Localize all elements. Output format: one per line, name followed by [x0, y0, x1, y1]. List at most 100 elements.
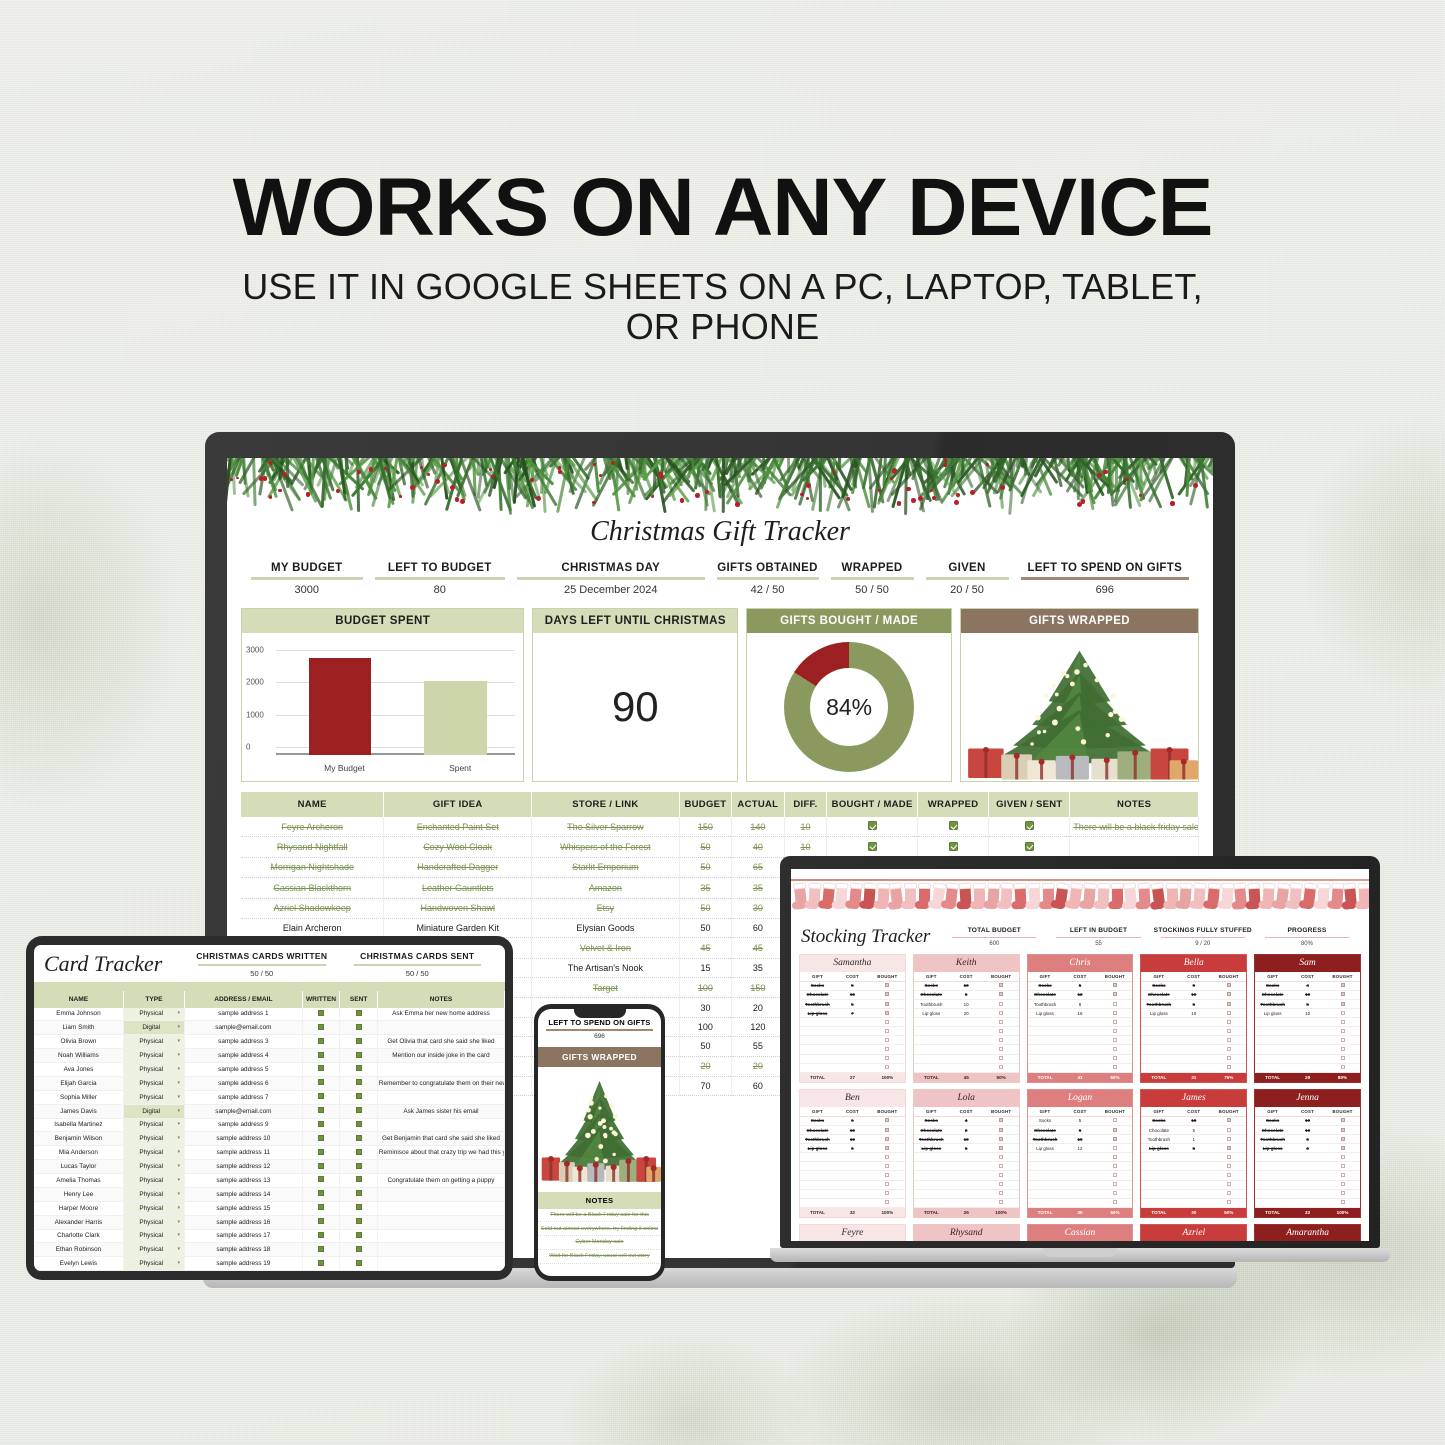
stocking-bought-checkbox[interactable] — [1227, 1173, 1231, 1177]
card-written-checkbox[interactable] — [302, 1229, 340, 1243]
gift-idea-cell[interactable]: Leather Gauntlets — [384, 878, 532, 898]
stocking-bought-checkbox[interactable] — [1227, 1191, 1231, 1195]
stocking-gift-cell[interactable] — [1255, 1036, 1290, 1045]
checkbox-checked-icon[interactable] — [318, 1149, 324, 1155]
stocking-gift-cell[interactable] — [1255, 1063, 1290, 1072]
stocking-bought-checkbox[interactable] — [1113, 1011, 1117, 1015]
stocking-bought-cell[interactable] — [1211, 1125, 1246, 1134]
card-name-cell[interactable]: Harper Moore — [34, 1201, 123, 1215]
stocking-bought-cell[interactable] — [1097, 1018, 1132, 1027]
stocking-bought-checkbox[interactable] — [885, 1011, 889, 1015]
stocking-bought-cell[interactable] — [1325, 1198, 1360, 1207]
gift-budget-cell[interactable]: 100 — [679, 978, 731, 998]
stocking-gift-cell[interactable]: Lip gloss — [1141, 1009, 1176, 1018]
stocking-cost-cell[interactable] — [1290, 1180, 1325, 1189]
card-name-cell[interactable]: Sophia Miller — [34, 1090, 123, 1104]
gift-budget-cell[interactable]: 70 — [679, 1076, 731, 1095]
stocking-gift-cell[interactable] — [914, 1198, 949, 1207]
stocking-cost-cell[interactable]: 2 — [949, 1125, 984, 1134]
stocking-cost-cell[interactable] — [949, 1171, 984, 1180]
card-type-dropdown[interactable]: Physical ▾ — [123, 1257, 184, 1271]
stocking-gift-cell[interactable] — [800, 1171, 835, 1180]
stocking-cost-cell[interactable] — [1176, 1153, 1211, 1162]
card-name-cell[interactable]: Elijah Garcia — [34, 1076, 123, 1090]
stocking-gift-cell[interactable] — [914, 1153, 949, 1162]
stocking-item-row[interactable] — [1028, 1045, 1133, 1054]
card-name-cell[interactable]: Olivia Brown — [34, 1035, 123, 1049]
checkbox-checked-icon[interactable] — [356, 1176, 362, 1182]
stocking-bought-checkbox[interactable] — [885, 1182, 889, 1186]
stocking-bought-checkbox[interactable] — [1113, 1065, 1117, 1069]
checkbox-checked-icon[interactable] — [318, 1176, 324, 1182]
stocking-cost-cell[interactable] — [1176, 1045, 1211, 1054]
card-address-cell[interactable]: sample address 4 — [185, 1049, 303, 1063]
chevron-down-icon[interactable]: ▾ — [178, 1066, 181, 1072]
stocking-bought-cell[interactable] — [984, 1189, 1019, 1198]
stocking-bought-checkbox[interactable] — [885, 1047, 889, 1051]
stocking-item-row[interactable]: Lip gloss 7 — [800, 1009, 905, 1018]
stocking-bought-cell[interactable] — [870, 1063, 905, 1072]
stocking-bought-cell[interactable] — [1211, 1054, 1246, 1063]
stocking-cost-cell[interactable]: 4 — [1290, 981, 1325, 990]
stocking-cost-cell[interactable] — [1063, 1189, 1098, 1198]
card-written-checkbox[interactable] — [302, 1243, 340, 1257]
stocking-gift-cell[interactable]: Lip gloss — [1028, 1009, 1063, 1018]
stocking-gift-cell[interactable]: Toothbrush — [1141, 999, 1176, 1008]
stocking-gift-cell[interactable]: Lip gloss — [800, 1144, 835, 1153]
stocking-bought-checkbox[interactable] — [1113, 1173, 1117, 1177]
stocking-item-row[interactable] — [1141, 1027, 1246, 1036]
stocking-cost-cell[interactable]: 5 — [835, 999, 870, 1008]
gift-diff-cell[interactable]: 10 — [784, 837, 827, 857]
stocking-bought-cell[interactable] — [984, 1116, 1019, 1125]
chevron-down-icon[interactable]: ▾ — [178, 1260, 181, 1266]
stocking-cost-cell[interactable] — [1176, 1063, 1211, 1072]
stocking-bought-checkbox[interactable] — [1113, 1056, 1117, 1060]
stocking-item-row[interactable] — [800, 1063, 905, 1072]
stocking-item-row[interactable] — [800, 1162, 905, 1171]
stocking-item-row[interactable] — [914, 1162, 1019, 1171]
stocking-item-row[interactable] — [1141, 1063, 1246, 1072]
stocking-item-row[interactable]: Lip gloss 20 — [914, 1009, 1019, 1018]
stocking-cost-cell[interactable]: 5 — [1176, 1125, 1211, 1134]
stocking-bought-checkbox[interactable] — [885, 1118, 889, 1122]
stocking-card[interactable]: AzrielGIFTCOSTBOUGHTSocks10Chocolate6Too… — [1140, 1224, 1247, 1241]
stocking-bought-checkbox[interactable] — [1113, 1020, 1117, 1024]
stocking-bought-checkbox[interactable] — [1341, 1020, 1345, 1024]
stocking-item-row[interactable]: Lip gloss 10 — [1141, 1009, 1246, 1018]
stocking-gift-cell[interactable] — [1255, 1018, 1290, 1027]
gift-idea-cell[interactable]: Handcrafted Dagger — [384, 857, 532, 877]
card-sent-checkbox[interactable] — [340, 1049, 378, 1063]
stocking-item-row[interactable] — [1028, 1018, 1133, 1027]
table-row[interactable]: Amelia Thomas Physical ▾ sample address 13 C… — [34, 1174, 505, 1188]
card-notes-cell[interactable]: Get Benjamin that card she said she like… — [377, 1132, 504, 1146]
card-address-cell[interactable]: sample address 12 — [185, 1160, 303, 1174]
stocking-item-row[interactable] — [1255, 1162, 1360, 1171]
card-written-checkbox[interactable] — [302, 1132, 340, 1146]
stocking-item-row[interactable]: Toothbrush 8 — [1028, 999, 1133, 1008]
stocking-item-row[interactable] — [914, 1027, 1019, 1036]
table-row[interactable]: James Davis Digital ▾ sample@email.com Ask J… — [34, 1104, 505, 1118]
card-notes-cell[interactable]: Get Olivia that card she said she liked — [377, 1035, 504, 1049]
stocking-item-row[interactable]: Toothbrush 6 — [1255, 1135, 1360, 1144]
stocking-gift-cell[interactable]: Socks — [1028, 981, 1063, 990]
gift-store-cell[interactable]: Starlit Emporium — [532, 857, 680, 877]
stocking-gift-cell[interactable] — [1028, 1162, 1063, 1171]
stocking-bought-checkbox[interactable] — [999, 1137, 1003, 1141]
stocking-gift-cell[interactable]: Chocolate — [1141, 1125, 1176, 1134]
stocking-bought-checkbox[interactable] — [1341, 1029, 1345, 1033]
stocking-bought-checkbox[interactable] — [999, 1191, 1003, 1195]
gift-budget-cell[interactable]: 35 — [679, 878, 731, 898]
stocking-gift-cell[interactable]: Lip gloss — [1255, 1144, 1290, 1153]
card-name-cell[interactable]: Amelia Thomas — [34, 1174, 123, 1188]
card-notes-cell[interactable]: Reminisce about that crazy trip we had t… — [377, 1146, 504, 1160]
card-type-dropdown[interactable]: Physical ▾ — [123, 1132, 184, 1146]
stocking-gift-cell[interactable]: Chocolate — [1255, 990, 1290, 999]
stocking-bought-cell[interactable] — [1211, 1027, 1246, 1036]
card-type-dropdown[interactable]: Physical ▾ — [123, 1076, 184, 1090]
stocking-gift-cell[interactable] — [914, 1018, 949, 1027]
stocking-item-row[interactable]: Toothbrush 1 — [1141, 1135, 1246, 1144]
stocking-item-row[interactable]: Socks 5 — [1141, 981, 1246, 990]
stocking-gift-cell[interactable]: Socks — [914, 981, 949, 990]
stocking-bought-cell[interactable] — [870, 1198, 905, 1207]
stocking-bought-cell[interactable] — [1325, 1027, 1360, 1036]
